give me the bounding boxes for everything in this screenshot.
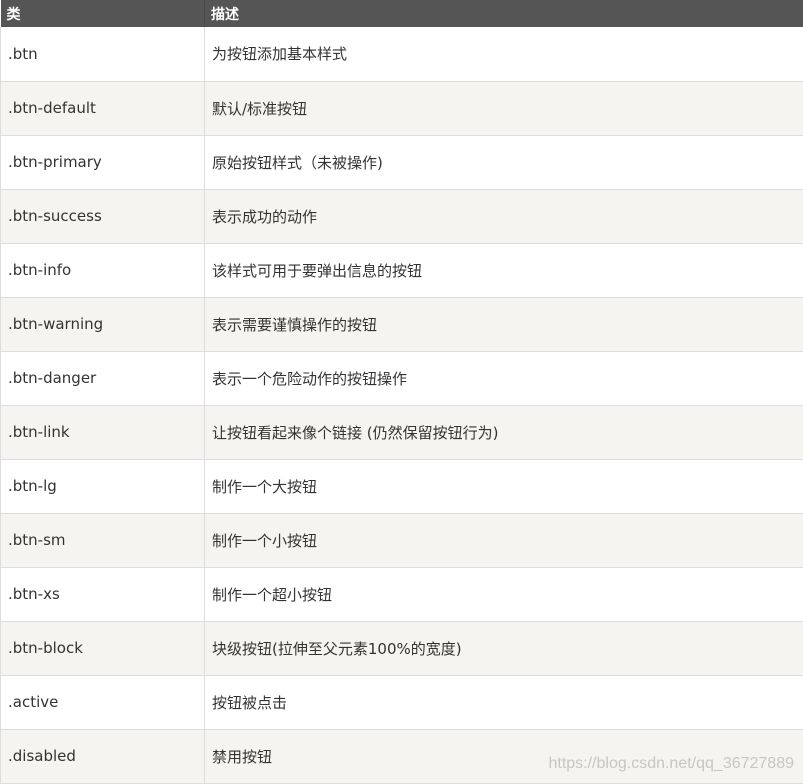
class-cell: .btn-link bbox=[1, 405, 205, 459]
table-row: .btn-xs 制作一个超小按钮 bbox=[1, 567, 803, 621]
description-cell: 块级按钮(拉伸至父元素100%的宽度) bbox=[205, 621, 803, 675]
description-cell: 制作一个大按钮 bbox=[205, 459, 803, 513]
description-cell: 表示需要谨慎操作的按钮 bbox=[205, 297, 803, 351]
class-cell: .btn-lg bbox=[1, 459, 205, 513]
table-body: .btn 为按钮添加基本样式 .btn-default 默认/标准按钮 .btn… bbox=[1, 27, 803, 783]
table-row: .btn-lg 制作一个大按钮 bbox=[1, 459, 803, 513]
description-cell: 默认/标准按钮 bbox=[205, 81, 803, 135]
description-cell: 制作一个小按钮 bbox=[205, 513, 803, 567]
table-row: .btn-link 让按钮看起来像个链接 (仍然保留按钮行为) bbox=[1, 405, 803, 459]
table-row: .btn-primary 原始按钮样式（未被操作) bbox=[1, 135, 803, 189]
class-cell: .btn-primary bbox=[1, 135, 205, 189]
description-cell: 按钮被点击 bbox=[205, 675, 803, 729]
description-cell: 禁用按钮 bbox=[205, 729, 803, 783]
description-cell: 为按钮添加基本样式 bbox=[205, 27, 803, 81]
description-cell: 表示一个危险动作的按钮操作 bbox=[205, 351, 803, 405]
description-cell: 该样式可用于要弹出信息的按钮 bbox=[205, 243, 803, 297]
class-cell: .btn-block bbox=[1, 621, 205, 675]
table-row: .btn-info 该样式可用于要弹出信息的按钮 bbox=[1, 243, 803, 297]
table-row: .btn-warning 表示需要谨慎操作的按钮 bbox=[1, 297, 803, 351]
class-cell: .active bbox=[1, 675, 205, 729]
class-cell: .btn-warning bbox=[1, 297, 205, 351]
table-row: .btn-sm 制作一个小按钮 bbox=[1, 513, 803, 567]
class-cell: .btn-danger bbox=[1, 351, 205, 405]
table-row: .btn-danger 表示一个危险动作的按钮操作 bbox=[1, 351, 803, 405]
header-row: 类 描述 bbox=[1, 0, 803, 27]
class-cell: .btn bbox=[1, 27, 205, 81]
table-header: 类 描述 bbox=[1, 0, 803, 27]
class-cell: .btn-sm bbox=[1, 513, 205, 567]
description-cell: 表示成功的动作 bbox=[205, 189, 803, 243]
class-cell: .btn-xs bbox=[1, 567, 205, 621]
class-cell: .btn-default bbox=[1, 81, 205, 135]
button-classes-table: 类 描述 .btn 为按钮添加基本样式 .btn-default 默认/标准按钮… bbox=[0, 0, 803, 784]
table-row: .btn-block 块级按钮(拉伸至父元素100%的宽度) bbox=[1, 621, 803, 675]
table-row: .active 按钮被点击 bbox=[1, 675, 803, 729]
table-row: .disabled 禁用按钮 bbox=[1, 729, 803, 783]
class-cell: .disabled bbox=[1, 729, 205, 783]
description-cell: 原始按钮样式（未被操作) bbox=[205, 135, 803, 189]
table-row: .btn-default 默认/标准按钮 bbox=[1, 81, 803, 135]
header-class: 类 bbox=[1, 0, 205, 27]
class-cell: .btn-info bbox=[1, 243, 205, 297]
class-cell: .btn-success bbox=[1, 189, 205, 243]
description-cell: 让按钮看起来像个链接 (仍然保留按钮行为) bbox=[205, 405, 803, 459]
description-cell: 制作一个超小按钮 bbox=[205, 567, 803, 621]
table-row: .btn 为按钮添加基本样式 bbox=[1, 27, 803, 81]
header-description: 描述 bbox=[205, 0, 803, 27]
table-row: .btn-success 表示成功的动作 bbox=[1, 189, 803, 243]
